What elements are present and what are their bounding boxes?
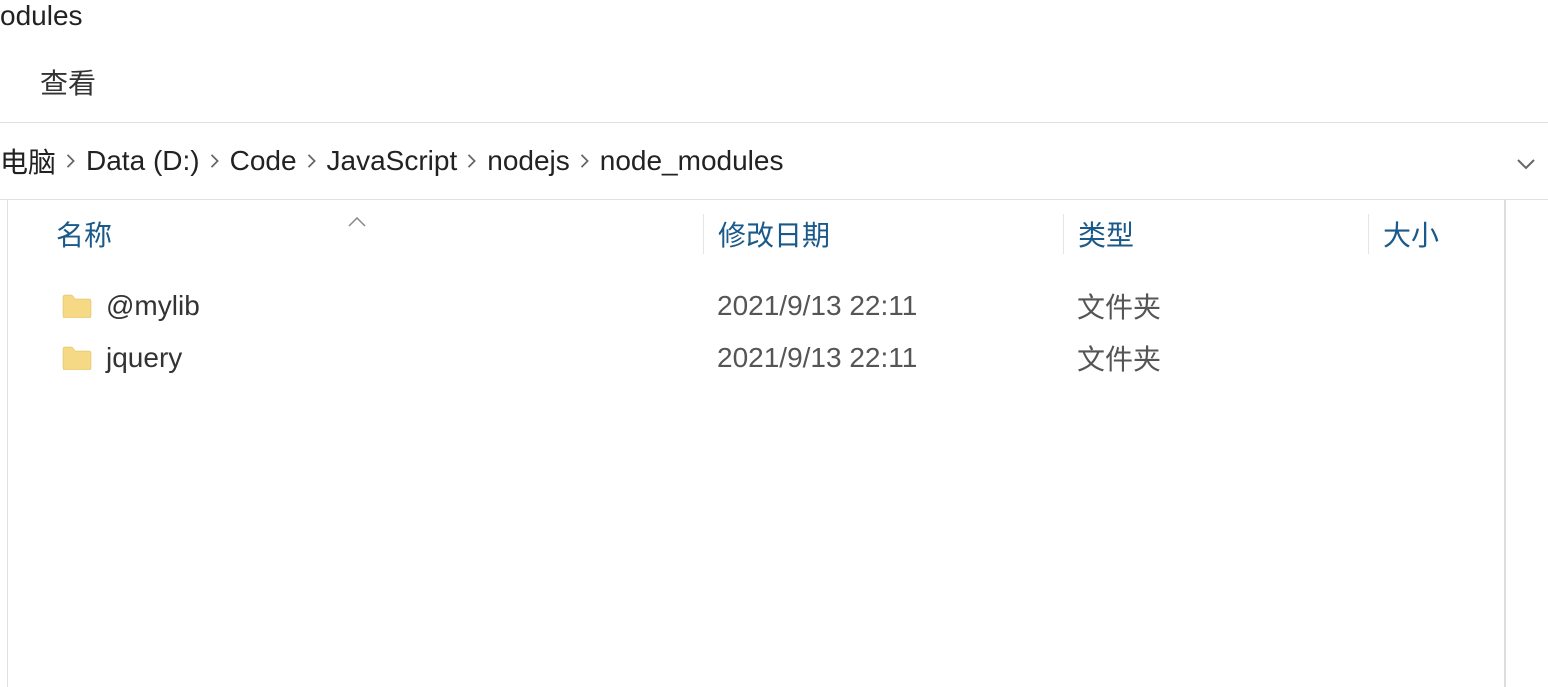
- breadcrumb-item[interactable]: node_modules: [600, 145, 784, 177]
- column-header-date-label: 修改日期: [718, 220, 830, 251]
- column-header-size[interactable]: 大小: [1368, 214, 1504, 254]
- file-rows: @mylib 2021/9/13 22:11 文件夹 jquery 2021/9…: [8, 268, 1504, 384]
- file-name: jquery: [106, 342, 182, 374]
- column-header-date[interactable]: 修改日期: [703, 214, 1063, 254]
- chevron-right-icon[interactable]: [457, 154, 487, 168]
- menu-view[interactable]: 查看: [40, 68, 96, 99]
- chevron-right-icon[interactable]: [56, 154, 86, 168]
- column-header-type-label: 类型: [1078, 220, 1134, 251]
- menu-bar: 查看: [0, 42, 1548, 123]
- column-header-name[interactable]: 名称: [8, 214, 703, 254]
- column-header-size-label: 大小: [1383, 220, 1439, 251]
- chevron-right-icon[interactable]: [570, 154, 600, 168]
- column-header-name-label: 名称: [56, 220, 112, 251]
- breadcrumb-item[interactable]: nodejs: [487, 145, 570, 177]
- breadcrumb[interactable]: 电脑 Data (D:) Code JavaScript nodejs node…: [0, 123, 1548, 200]
- window-title-fragment: odules: [0, 0, 1548, 42]
- cell-name: jquery: [8, 342, 703, 374]
- folder-icon: [62, 294, 92, 318]
- cell-type: 文件夹: [1063, 286, 1368, 326]
- file-name: @mylib: [106, 290, 200, 322]
- breadcrumb-item[interactable]: Data (D:): [86, 145, 200, 177]
- folder-icon: [62, 346, 92, 370]
- title-text: odules: [0, 0, 83, 31]
- cell-name: @mylib: [8, 290, 703, 322]
- cell-date: 2021/9/13 22:11: [703, 290, 1063, 322]
- file-panel: 名称 修改日期 类型 大小 @mylib: [8, 200, 1504, 687]
- file-row[interactable]: jquery 2021/9/13 22:11 文件夹: [8, 332, 1504, 384]
- cell-date: 2021/9/13 22:11: [703, 342, 1063, 374]
- right-pad: [1506, 200, 1548, 687]
- chevron-right-icon[interactable]: [297, 154, 327, 168]
- breadcrumb-item[interactable]: Code: [230, 145, 297, 177]
- breadcrumb-item[interactable]: JavaScript: [327, 145, 458, 177]
- chevron-right-icon[interactable]: [200, 154, 230, 168]
- chevron-down-icon[interactable]: [1516, 145, 1536, 177]
- cell-type: 文件夹: [1063, 338, 1368, 378]
- column-header-type[interactable]: 类型: [1063, 214, 1368, 254]
- column-headers: 名称 修改日期 类型 大小: [8, 200, 1504, 268]
- left-gutter: [0, 200, 8, 687]
- file-row[interactable]: @mylib 2021/9/13 22:11 文件夹: [8, 280, 1504, 332]
- file-list-area: 名称 修改日期 类型 大小 @mylib: [0, 200, 1548, 687]
- sort-ascending-icon: [348, 202, 366, 234]
- breadcrumb-item[interactable]: 电脑: [0, 141, 56, 181]
